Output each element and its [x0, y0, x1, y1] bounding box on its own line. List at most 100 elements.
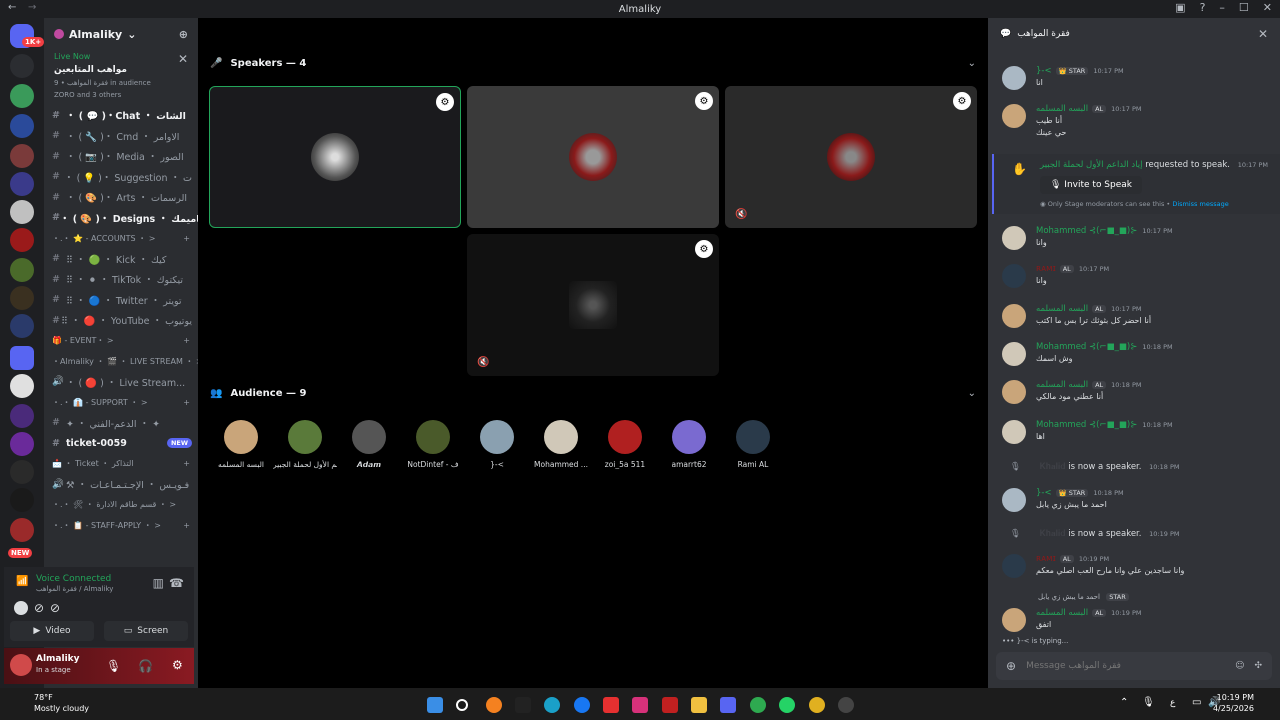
category-admin[interactable]: ・.・ 🛠 ・ قسم طاقم الادارة ・ > [44, 495, 198, 516]
speaker-name[interactable]: 𝐊𝐡𝐚𝐥𝐢𝐝 [1040, 529, 1066, 539]
audience-member[interactable]: Rami AL [721, 420, 785, 469]
search-icon[interactable] [456, 699, 468, 711]
plus-icon[interactable]: + [183, 336, 190, 345]
chrome-icon[interactable] [809, 697, 825, 713]
plus-icon[interactable]: + [183, 459, 190, 468]
app-icon[interactable] [838, 697, 854, 713]
author-name[interactable]: }-< [1036, 66, 1052, 76]
audience-member[interactable]: البسه المسلمه [209, 420, 273, 469]
forward-arrow-icon[interactable]: → [28, 2, 36, 13]
avatar[interactable] [10, 654, 32, 676]
requester-name[interactable]: إياد الداعم الأول لحملة الجبير [1040, 160, 1143, 170]
channel-item[interactable]: # ・ ( 🔧 )・ Cmd ・ الاوامر [44, 126, 198, 147]
avatar[interactable] [1002, 488, 1026, 512]
channel-item[interactable]: # ・ ( 💡 )・ Suggestion ・ ت [44, 167, 198, 188]
avatar[interactable] [1002, 420, 1026, 444]
author-name[interactable]: }-< [1036, 488, 1052, 498]
server-icon[interactable] [10, 54, 34, 78]
category-ticket[interactable]: 📩 ・ Ticket ・ التذاكر + [44, 454, 198, 475]
author-name[interactable]: البسه المسلمه [1036, 380, 1088, 390]
close-icon[interactable]: ✕ [1258, 27, 1268, 41]
message-composer[interactable]: ⊕ ☺ ✣ [996, 652, 1272, 680]
microphone-icon[interactable]: 🎙 [106, 659, 121, 673]
channel-item[interactable]: # ⠿ ・ ⚫ ・ TikTok ・ تيكتوك [44, 269, 198, 290]
speaker-tile[interactable]: ⚙ 🔇 [467, 234, 719, 376]
avatar[interactable] [1002, 66, 1026, 90]
server-icon[interactable] [10, 172, 34, 196]
help-icon[interactable]: ? [1200, 1, 1206, 14]
server-icon[interactable] [10, 258, 34, 282]
chevron-down-icon[interactable]: ⌄ [968, 58, 976, 69]
server-icon[interactable] [10, 84, 34, 108]
server-icon[interactable] [10, 488, 34, 512]
reply-preview[interactable]: احمد ما يبش زي يابل STAR [1038, 593, 1280, 601]
youtube-icon[interactable] [603, 697, 619, 713]
inbox-icon[interactable]: ▣ [1175, 1, 1185, 14]
plus-circle-icon[interactable]: ⊕ [1006, 659, 1016, 673]
channel-item[interactable]: 🔊 ⚒ ・ فـويـس ・ الإجـتـمـاعـات [44, 474, 198, 495]
gear-icon[interactable]: ⚙ [695, 240, 713, 258]
clock[interactable]: 10:19 PM 4/25/2026 [1213, 693, 1254, 713]
audience-member[interactable]: NotDintef - ف [401, 420, 465, 469]
server-icon[interactable] [10, 144, 34, 168]
chrome-icon[interactable] [750, 697, 766, 713]
sound-wave-icon[interactable]: ▥ [153, 576, 164, 590]
channel-item[interactable]: #・ ( 🎨 )・ Designs ・ تصاميمك [44, 208, 198, 229]
language-indicator[interactable]: ع [1170, 698, 1175, 708]
avatar[interactable] [1002, 264, 1026, 288]
deafen-icon[interactable]: ⊘ [50, 601, 60, 615]
weather-widget[interactable]: 78°F Mostly cloudy [12, 693, 89, 713]
speaker-tile[interactable]: ⚙ 🔇 [725, 86, 977, 228]
channel-item[interactable]: # ⠿ ・ 🔴 ・ YouTube ・ يوتيوب [44, 310, 198, 331]
server-icon[interactable] [10, 200, 34, 224]
microphone-icon[interactable]: 🎙 [1142, 697, 1155, 708]
close-icon[interactable]: ✕ [178, 52, 188, 66]
message-input[interactable] [1026, 661, 1226, 671]
author-name[interactable]: Mohammed ⊰(⌐■_■)⊱ [1036, 342, 1137, 352]
server-icon[interactable] [10, 346, 34, 370]
channel-item[interactable]: 🔊 ・ ( 🔴 ) ・ Live Stream... [44, 372, 198, 393]
author-name[interactable]: ʀᴀᴍɪ [1036, 264, 1056, 274]
back-arrow-icon[interactable]: ← [8, 2, 16, 13]
network-icon[interactable]: ▭ [1192, 697, 1201, 708]
server-icon[interactable] [10, 228, 34, 252]
gear-icon[interactable]: ⚙ [953, 92, 971, 110]
author-name[interactable]: البسه المسلمه [1036, 104, 1088, 114]
server-icon[interactable] [10, 114, 34, 138]
emoji-icon[interactable]: ☺ [1235, 661, 1244, 671]
avatar[interactable] [1002, 226, 1026, 250]
disconnect-icon[interactable]: ☎ [169, 576, 184, 590]
avatar[interactable] [1002, 608, 1026, 632]
facebook-icon[interactable] [574, 697, 590, 713]
server-icon[interactable] [10, 374, 34, 398]
channel-item[interactable]: # ・ ( 🎨 )・ Arts ・ الرسمات [44, 187, 198, 208]
audience-member[interactable]: Mohammed ... [529, 420, 593, 469]
chevron-up-icon[interactable]: ⌃ [1120, 697, 1128, 708]
server-icon[interactable] [10, 518, 34, 542]
maximize-button[interactable]: ☐ [1239, 1, 1249, 14]
invite-to-speak-button[interactable]: 🎙 Invite to Speak [1040, 176, 1142, 194]
category-accounts[interactable]: ・.・ ⭐ - ACCOUNTS ・ > + [44, 228, 198, 249]
edge-icon[interactable] [544, 697, 560, 713]
audience-member[interactable]: }-< [465, 420, 529, 469]
channel-item[interactable]: # ・ ( 💬 )・Chat ・ الشات [44, 105, 198, 126]
author-name[interactable]: Mohammed ⊰(⌐■_■)⊱ [1036, 226, 1137, 236]
plus-icon[interactable]: + [183, 234, 190, 243]
instagram-icon[interactable] [632, 697, 648, 713]
app-icon[interactable] [515, 697, 531, 713]
dismiss-link[interactable]: Dismiss message [1172, 200, 1228, 208]
avatar[interactable] [1002, 104, 1026, 128]
avatar[interactable] [1002, 342, 1026, 366]
video-button[interactable]: ▶ Video [10, 621, 94, 641]
channel-item[interactable]: # ✦ ・ الدعم-الفني ・ ✦ [44, 413, 198, 434]
apps-icon[interactable]: ✣ [1254, 661, 1262, 671]
audience-member[interactable]: 𝘼𝙙𝙖𝙢 [337, 420, 401, 469]
server-icon[interactable] [10, 404, 34, 428]
channel-item[interactable]: # ・ ( 📷 )・ Media ・ الصور [44, 146, 198, 167]
server-header[interactable]: Almaliky ⌄ ⊕ [44, 18, 198, 50]
add-user-icon[interactable]: ⊕ [179, 28, 188, 41]
server-icon[interactable] [10, 460, 34, 484]
chevron-down-icon[interactable]: ⌄ [968, 388, 976, 399]
author-name[interactable]: ʀᴀᴍɪ [1036, 554, 1056, 564]
avatar[interactable] [1002, 380, 1026, 404]
